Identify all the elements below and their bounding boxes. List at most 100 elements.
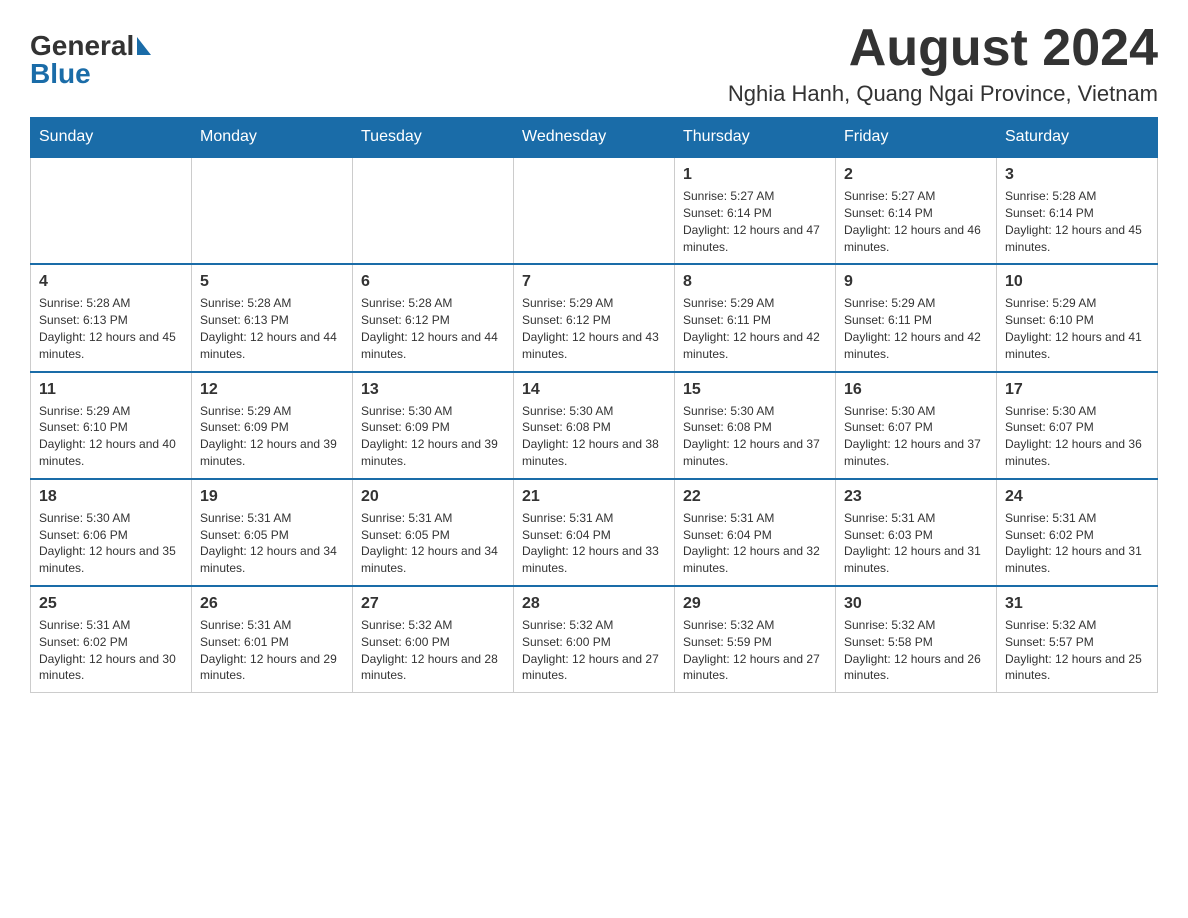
day-number: 13 bbox=[361, 381, 505, 399]
col-sunday: Sunday bbox=[31, 118, 192, 158]
table-row: 17 Sunrise: 5:30 AMSunset: 6:07 PMDaylig… bbox=[997, 372, 1158, 479]
day-number: 3 bbox=[1005, 166, 1149, 184]
day-info: Sunrise: 5:29 AMSunset: 6:11 PMDaylight:… bbox=[683, 295, 827, 362]
day-number: 16 bbox=[844, 381, 988, 399]
calendar-header-row: Sunday Monday Tuesday Wednesday Thursday… bbox=[31, 118, 1158, 158]
table-row: 11 Sunrise: 5:29 AMSunset: 6:10 PMDaylig… bbox=[31, 372, 192, 479]
col-monday: Monday bbox=[192, 118, 353, 158]
day-info: Sunrise: 5:29 AMSunset: 6:10 PMDaylight:… bbox=[1005, 295, 1149, 362]
day-number: 4 bbox=[39, 273, 183, 291]
logo-blue-text: Blue bbox=[30, 58, 91, 90]
title-section: August 2024 Nghia Hanh, Quang Ngai Provi… bbox=[728, 20, 1158, 107]
month-title: August 2024 bbox=[728, 20, 1158, 77]
table-row: 16 Sunrise: 5:30 AMSunset: 6:07 PMDaylig… bbox=[836, 372, 997, 479]
col-thursday: Thursday bbox=[675, 118, 836, 158]
day-info: Sunrise: 5:29 AMSunset: 6:09 PMDaylight:… bbox=[200, 403, 344, 470]
day-info: Sunrise: 5:31 AMSunset: 6:04 PMDaylight:… bbox=[683, 510, 827, 577]
day-number: 15 bbox=[683, 381, 827, 399]
calendar-table: Sunday Monday Tuesday Wednesday Thursday… bbox=[30, 117, 1158, 693]
day-number: 24 bbox=[1005, 488, 1149, 506]
table-row: 31 Sunrise: 5:32 AMSunset: 5:57 PMDaylig… bbox=[997, 586, 1158, 693]
table-row: 7 Sunrise: 5:29 AMSunset: 6:12 PMDayligh… bbox=[514, 264, 675, 371]
day-number: 9 bbox=[844, 273, 988, 291]
day-number: 6 bbox=[361, 273, 505, 291]
day-number: 29 bbox=[683, 595, 827, 613]
table-row: 27 Sunrise: 5:32 AMSunset: 6:00 PMDaylig… bbox=[353, 586, 514, 693]
table-row: 8 Sunrise: 5:29 AMSunset: 6:11 PMDayligh… bbox=[675, 264, 836, 371]
table-row: 23 Sunrise: 5:31 AMSunset: 6:03 PMDaylig… bbox=[836, 479, 997, 586]
day-info: Sunrise: 5:30 AMSunset: 6:07 PMDaylight:… bbox=[844, 403, 988, 470]
table-row: 4 Sunrise: 5:28 AMSunset: 6:13 PMDayligh… bbox=[31, 264, 192, 371]
table-row: 6 Sunrise: 5:28 AMSunset: 6:12 PMDayligh… bbox=[353, 264, 514, 371]
day-number: 8 bbox=[683, 273, 827, 291]
day-number: 10 bbox=[1005, 273, 1149, 291]
day-info: Sunrise: 5:27 AMSunset: 6:14 PMDaylight:… bbox=[844, 188, 988, 255]
table-row: 28 Sunrise: 5:32 AMSunset: 6:00 PMDaylig… bbox=[514, 586, 675, 693]
table-row bbox=[353, 157, 514, 264]
table-row: 22 Sunrise: 5:31 AMSunset: 6:04 PMDaylig… bbox=[675, 479, 836, 586]
col-saturday: Saturday bbox=[997, 118, 1158, 158]
logo: General Blue bbox=[30, 30, 151, 90]
day-number: 23 bbox=[844, 488, 988, 506]
logo-arrow-icon bbox=[137, 37, 151, 55]
table-row: 24 Sunrise: 5:31 AMSunset: 6:02 PMDaylig… bbox=[997, 479, 1158, 586]
table-row: 15 Sunrise: 5:30 AMSunset: 6:08 PMDaylig… bbox=[675, 372, 836, 479]
day-info: Sunrise: 5:30 AMSunset: 6:07 PMDaylight:… bbox=[1005, 403, 1149, 470]
table-row: 21 Sunrise: 5:31 AMSunset: 6:04 PMDaylig… bbox=[514, 479, 675, 586]
day-info: Sunrise: 5:30 AMSunset: 6:09 PMDaylight:… bbox=[361, 403, 505, 470]
day-number: 21 bbox=[522, 488, 666, 506]
day-info: Sunrise: 5:29 AMSunset: 6:11 PMDaylight:… bbox=[844, 295, 988, 362]
day-number: 25 bbox=[39, 595, 183, 613]
day-number: 18 bbox=[39, 488, 183, 506]
day-info: Sunrise: 5:30 AMSunset: 6:06 PMDaylight:… bbox=[39, 510, 183, 577]
day-info: Sunrise: 5:32 AMSunset: 5:59 PMDaylight:… bbox=[683, 617, 827, 684]
day-info: Sunrise: 5:30 AMSunset: 6:08 PMDaylight:… bbox=[683, 403, 827, 470]
table-row: 2 Sunrise: 5:27 AMSunset: 6:14 PMDayligh… bbox=[836, 157, 997, 264]
table-row: 25 Sunrise: 5:31 AMSunset: 6:02 PMDaylig… bbox=[31, 586, 192, 693]
day-number: 26 bbox=[200, 595, 344, 613]
day-info: Sunrise: 5:32 AMSunset: 6:00 PMDaylight:… bbox=[522, 617, 666, 684]
day-info: Sunrise: 5:31 AMSunset: 6:02 PMDaylight:… bbox=[1005, 510, 1149, 577]
day-info: Sunrise: 5:28 AMSunset: 6:13 PMDaylight:… bbox=[39, 295, 183, 362]
table-row: 1 Sunrise: 5:27 AMSunset: 6:14 PMDayligh… bbox=[675, 157, 836, 264]
day-info: Sunrise: 5:31 AMSunset: 6:03 PMDaylight:… bbox=[844, 510, 988, 577]
table-row bbox=[192, 157, 353, 264]
day-info: Sunrise: 5:30 AMSunset: 6:08 PMDaylight:… bbox=[522, 403, 666, 470]
day-info: Sunrise: 5:28 AMSunset: 6:14 PMDaylight:… bbox=[1005, 188, 1149, 255]
day-number: 5 bbox=[200, 273, 344, 291]
day-info: Sunrise: 5:29 AMSunset: 6:10 PMDaylight:… bbox=[39, 403, 183, 470]
table-row: 3 Sunrise: 5:28 AMSunset: 6:14 PMDayligh… bbox=[997, 157, 1158, 264]
day-number: 22 bbox=[683, 488, 827, 506]
day-number: 27 bbox=[361, 595, 505, 613]
calendar-week-row: 25 Sunrise: 5:31 AMSunset: 6:02 PMDaylig… bbox=[31, 586, 1158, 693]
day-number: 1 bbox=[683, 166, 827, 184]
col-friday: Friday bbox=[836, 118, 997, 158]
day-number: 20 bbox=[361, 488, 505, 506]
table-row: 19 Sunrise: 5:31 AMSunset: 6:05 PMDaylig… bbox=[192, 479, 353, 586]
table-row: 5 Sunrise: 5:28 AMSunset: 6:13 PMDayligh… bbox=[192, 264, 353, 371]
col-wednesday: Wednesday bbox=[514, 118, 675, 158]
table-row: 20 Sunrise: 5:31 AMSunset: 6:05 PMDaylig… bbox=[353, 479, 514, 586]
table-row: 12 Sunrise: 5:29 AMSunset: 6:09 PMDaylig… bbox=[192, 372, 353, 479]
table-row: 9 Sunrise: 5:29 AMSunset: 6:11 PMDayligh… bbox=[836, 264, 997, 371]
day-number: 17 bbox=[1005, 381, 1149, 399]
table-row: 26 Sunrise: 5:31 AMSunset: 6:01 PMDaylig… bbox=[192, 586, 353, 693]
day-number: 12 bbox=[200, 381, 344, 399]
table-row: 10 Sunrise: 5:29 AMSunset: 6:10 PMDaylig… bbox=[997, 264, 1158, 371]
day-info: Sunrise: 5:32 AMSunset: 5:57 PMDaylight:… bbox=[1005, 617, 1149, 684]
table-row: 13 Sunrise: 5:30 AMSunset: 6:09 PMDaylig… bbox=[353, 372, 514, 479]
day-number: 11 bbox=[39, 381, 183, 399]
day-number: 19 bbox=[200, 488, 344, 506]
col-tuesday: Tuesday bbox=[353, 118, 514, 158]
day-info: Sunrise: 5:27 AMSunset: 6:14 PMDaylight:… bbox=[683, 188, 827, 255]
day-number: 31 bbox=[1005, 595, 1149, 613]
table-row bbox=[31, 157, 192, 264]
day-info: Sunrise: 5:31 AMSunset: 6:05 PMDaylight:… bbox=[361, 510, 505, 577]
table-row: 14 Sunrise: 5:30 AMSunset: 6:08 PMDaylig… bbox=[514, 372, 675, 479]
location-text: Nghia Hanh, Quang Ngai Province, Vietnam bbox=[728, 81, 1158, 107]
day-number: 14 bbox=[522, 381, 666, 399]
calendar-week-row: 11 Sunrise: 5:29 AMSunset: 6:10 PMDaylig… bbox=[31, 372, 1158, 479]
day-info: Sunrise: 5:32 AMSunset: 6:00 PMDaylight:… bbox=[361, 617, 505, 684]
calendar-week-row: 18 Sunrise: 5:30 AMSunset: 6:06 PMDaylig… bbox=[31, 479, 1158, 586]
table-row: 18 Sunrise: 5:30 AMSunset: 6:06 PMDaylig… bbox=[31, 479, 192, 586]
